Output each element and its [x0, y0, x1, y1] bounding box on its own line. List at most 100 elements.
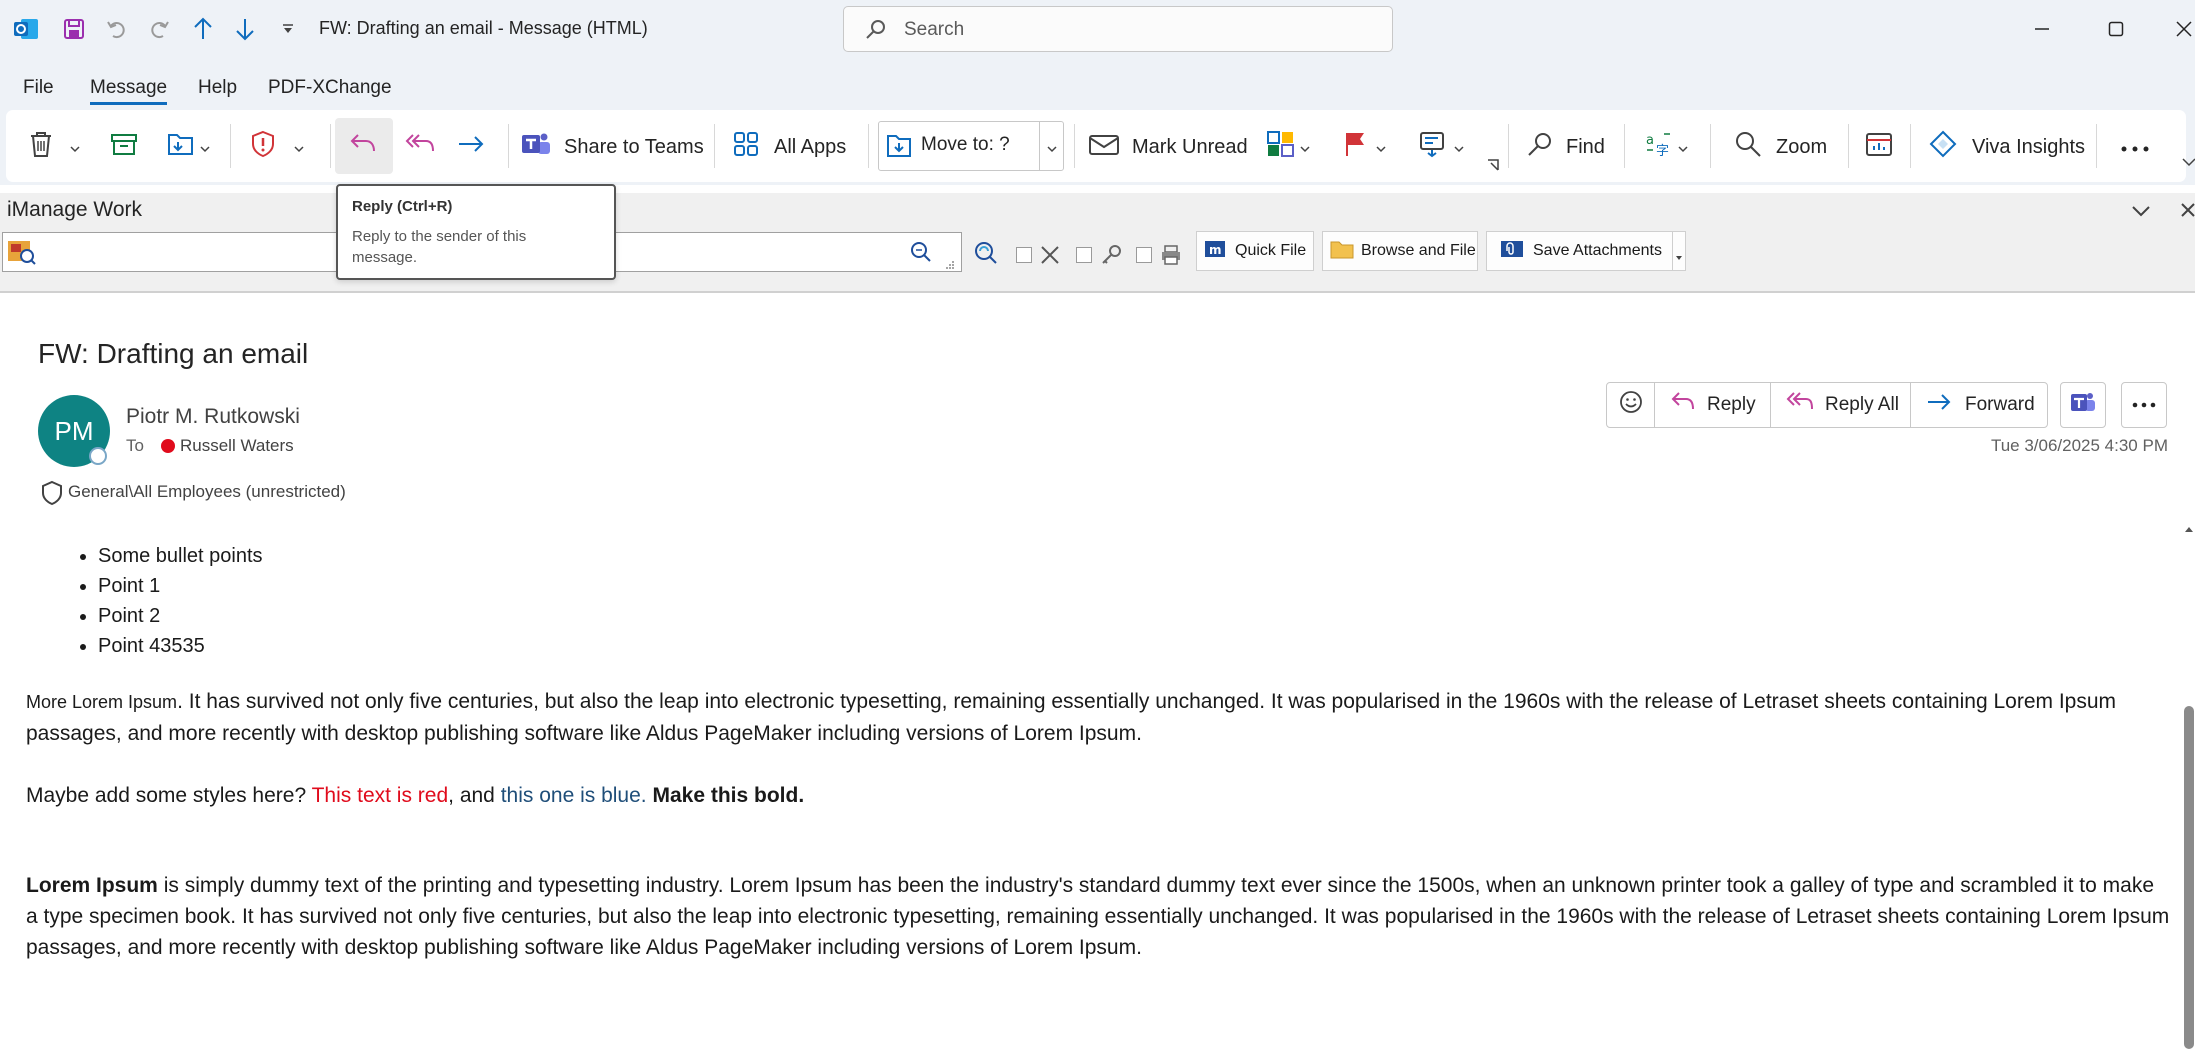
more-actions-button[interactable] — [2121, 382, 2167, 428]
checkbox[interactable] — [1076, 247, 1092, 263]
chevron-down-icon[interactable] — [1675, 248, 1683, 266]
refresh-search-icon[interactable] — [972, 239, 1000, 270]
forward-action-button[interactable]: Forward — [1911, 383, 2047, 427]
maximize-button[interactable] — [2096, 10, 2136, 48]
zoom-icon — [1734, 130, 1762, 164]
to-label: To — [126, 436, 144, 455]
key-icon[interactable] — [1100, 244, 1122, 271]
chevron-down-icon[interactable] — [70, 136, 80, 159]
flag-icon — [1342, 130, 1368, 164]
chevron-down-icon[interactable] — [1454, 136, 1464, 159]
rules-button[interactable] — [1418, 128, 1464, 166]
all-apps-button[interactable]: All Apps — [732, 128, 846, 166]
list-item: Point 2 — [98, 601, 263, 631]
customize-toolbar-icon[interactable] — [276, 12, 300, 46]
paragraph-text: Maybe add some styles here? — [26, 784, 312, 807]
list-item: Some bullet points — [98, 541, 263, 571]
ribbon-separator — [1910, 124, 1911, 168]
more-commands-button[interactable] — [2120, 128, 2150, 166]
minimize-button[interactable] — [2022, 10, 2062, 48]
reply-action-button[interactable]: Reply — [1655, 383, 1771, 427]
delete-button[interactable] — [28, 128, 80, 166]
ribbon-separator — [1848, 124, 1849, 168]
quick-file-button[interactable]: m Quick File — [1196, 231, 1314, 271]
categorize-button[interactable] — [1266, 128, 1310, 166]
save-attachments-button[interactable]: Save Attachments — [1486, 231, 1686, 271]
svg-text:字: 字 — [1656, 144, 1669, 158]
reply-all-action-button[interactable]: Reply All — [1771, 383, 1911, 427]
next-item-icon[interactable] — [230, 12, 260, 46]
find-icon — [1526, 130, 1554, 164]
follow-up-button[interactable] — [1342, 128, 1386, 166]
menu-message[interactable]: Message — [90, 77, 168, 105]
attachment-icon — [1499, 237, 1525, 266]
menu-pdf-xchange[interactable]: PDF-XChange — [268, 77, 392, 99]
list-item: Point 43535 — [98, 631, 263, 661]
move-to-folder-icon — [885, 132, 913, 165]
reply-all-action-label: Reply All — [1825, 394, 1899, 415]
redo-icon[interactable] — [144, 12, 174, 46]
advanced-search-icon[interactable] — [909, 240, 933, 269]
mark-unread-button[interactable]: Mark Unread — [1088, 128, 1248, 166]
teams-icon — [2069, 390, 2097, 421]
previous-item-icon[interactable] — [188, 12, 218, 46]
move-to-dropdown[interactable]: Move to: ? — [878, 121, 1064, 171]
body-paragraph-3: Lorem Ipsum is simply dummy text of the … — [26, 870, 2171, 963]
ribbon-separator — [1624, 124, 1625, 168]
reply-all-button[interactable] — [404, 128, 436, 166]
menu-bar: File Message Help PDF-XChange — [0, 58, 2195, 110]
search-icon — [864, 18, 888, 47]
chevron-down-icon[interactable] — [294, 136, 304, 159]
chevron-down-icon[interactable] — [1678, 136, 1688, 159]
report-button[interactable] — [250, 128, 304, 166]
imanage-logo-icon — [7, 238, 37, 271]
chevron-down-icon[interactable] — [2131, 204, 2151, 222]
shield-alert-icon — [250, 130, 276, 164]
viva-insights-button[interactable]: Viva Insights — [1928, 128, 2085, 166]
zoom-button[interactable]: Zoom — [1734, 128, 1827, 166]
undo-icon[interactable] — [102, 12, 132, 46]
dialog-launcher-icon[interactable] — [1486, 158, 1500, 177]
body-paragraph-2: Maybe add some styles here? This text is… — [26, 780, 2171, 811]
translate-button[interactable]: a字 — [1644, 128, 1688, 166]
scroll-up-icon[interactable] — [2184, 520, 2194, 538]
sender-name[interactable]: Piotr M. Rutkowski — [126, 405, 300, 429]
recipient-name[interactable]: Russell Waters — [180, 436, 294, 456]
save-icon[interactable] — [58, 12, 90, 46]
reply-tooltip: Reply (Ctrl+R) Reply to the sender of th… — [336, 184, 616, 280]
share-to-teams-button[interactable]: Share to Teams — [520, 128, 704, 166]
chevron-down-icon[interactable] — [1376, 136, 1386, 159]
menu-file[interactable]: File — [23, 77, 54, 99]
close-icon[interactable] — [2180, 201, 2195, 224]
reply-button[interactable] — [348, 128, 378, 166]
react-button[interactable] — [1607, 383, 1655, 427]
ribbon-separator — [1074, 124, 1075, 168]
printer-icon[interactable] — [1160, 244, 1182, 271]
reading-pane: FW: Drafting an email PM Piotr M. Rutkow… — [0, 293, 2195, 1049]
close-window-button[interactable] — [2164, 10, 2195, 48]
red-styled-text: This text is red — [311, 784, 449, 807]
chevron-down-icon[interactable] — [1300, 136, 1310, 159]
sensitivity-label[interactable]: General\All Employees (unrestricted) — [68, 482, 346, 502]
collapse-ribbon-icon[interactable] — [2182, 154, 2195, 172]
checkbox[interactable] — [1136, 247, 1152, 263]
paragraph-text: . It has survived not only five centurie… — [26, 690, 2117, 745]
chevron-down-icon[interactable] — [200, 136, 210, 159]
paragraph-text: , and — [448, 784, 501, 807]
archive-button[interactable] — [110, 128, 138, 166]
search-input[interactable]: Search — [843, 6, 1393, 52]
move-button[interactable] — [166, 128, 210, 166]
insights-button[interactable] — [1864, 128, 1894, 166]
forward-button[interactable] — [456, 128, 486, 166]
svg-text:m: m — [1209, 243, 1222, 257]
browse-and-file-button[interactable]: Browse and File — [1322, 231, 1478, 271]
scrollbar-thumb[interactable] — [2184, 706, 2194, 1049]
menu-help[interactable]: Help — [198, 77, 237, 99]
teams-chat-button[interactable] — [2060, 382, 2106, 428]
find-button[interactable]: Find — [1526, 128, 1605, 166]
zoom-label: Zoom — [1776, 135, 1828, 158]
checkbox[interactable] — [1016, 247, 1032, 263]
teams-icon — [520, 130, 552, 164]
close-icon[interactable] — [1040, 245, 1060, 270]
avatar-initials: PM — [54, 415, 94, 446]
